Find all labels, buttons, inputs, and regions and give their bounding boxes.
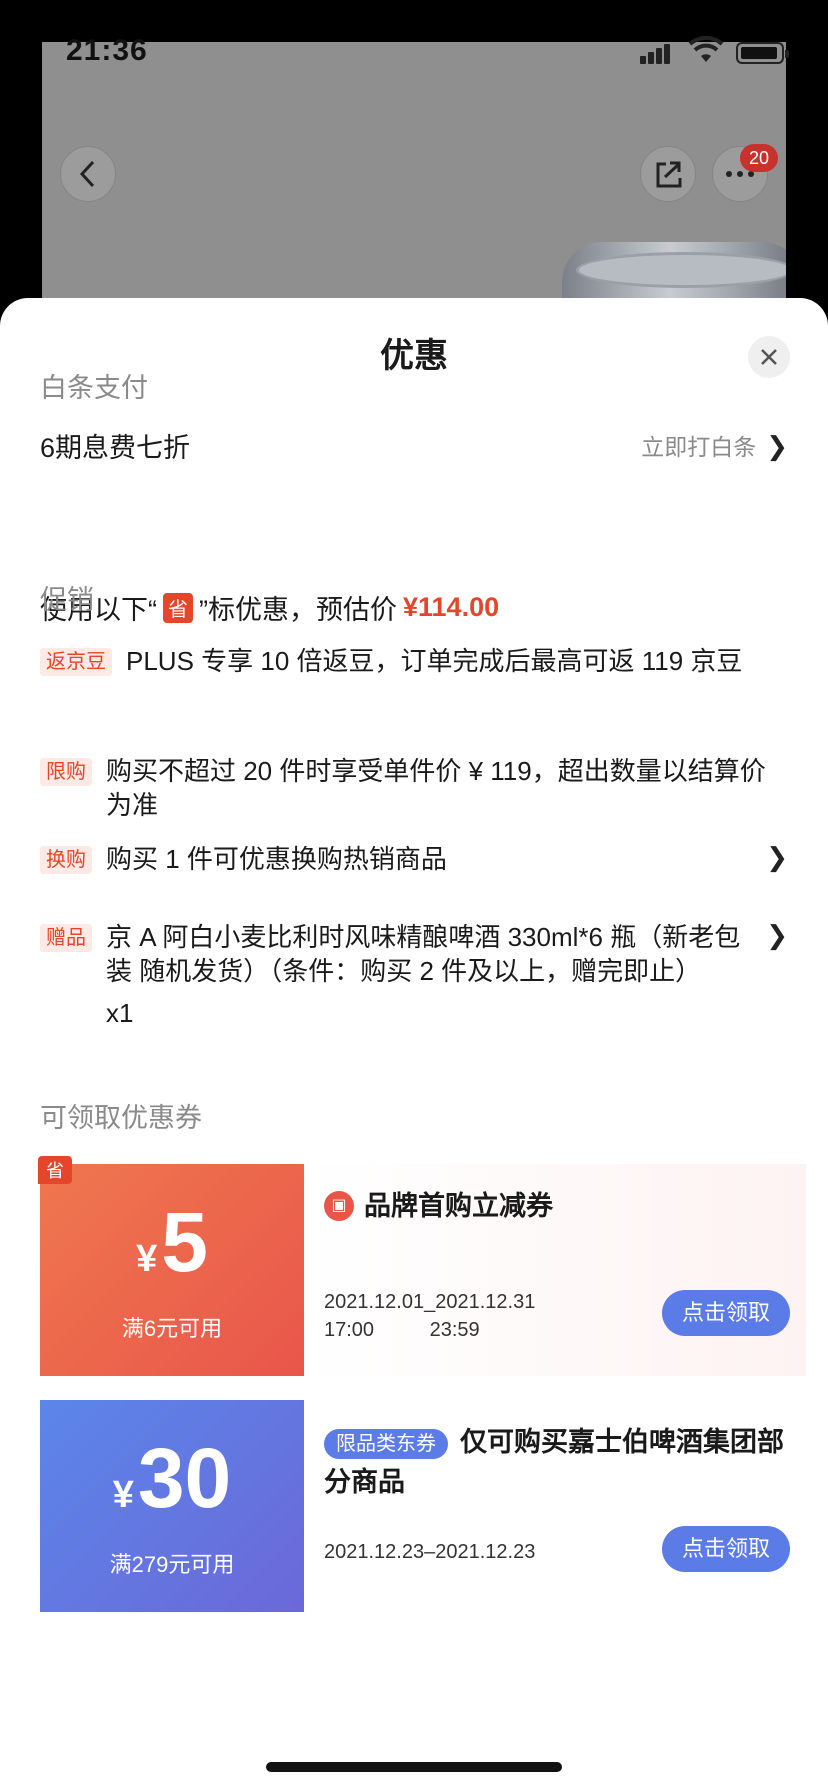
coupon-amount-line: ¥5 <box>136 1198 208 1303</box>
chevron-right-icon: ❯ <box>766 920 788 950</box>
sheng-corner-badge: 省 <box>38 1156 72 1184</box>
coupons-section-label: 可领取优惠券 <box>40 1103 202 1133</box>
coupon-condition: 满279元可用 <box>109 1551 235 1577</box>
promo-item-gift[interactable]: 赠品 京 A 阿白小麦比利时风味精酿啤酒 330ml*6 瓶（新老包装 随机发货… <box>40 920 788 1030</box>
estimate-line: 使用以下“ 省 ”标优惠，预估价 ¥114.00 <box>40 588 499 627</box>
close-icon <box>761 349 777 365</box>
coupon-date-range: 2021.12.01_2021.12.31 <box>324 1291 536 1313</box>
claim-coupon-button[interactable]: 点击领取 <box>661 1290 790 1336</box>
status-time: 21:36 <box>66 34 148 67</box>
promo-tag: 限购 <box>40 758 92 786</box>
home-indicator <box>266 1762 562 1772</box>
coupon-value-panel: ¥30 满279元可用 <box>34 1400 304 1612</box>
coupon-value-panel: 省 ¥5 满6元可用 <box>34 1156 304 1376</box>
watermark-logo: 值 值 值 <box>663 1711 816 1755</box>
coupon-currency: ¥ <box>112 1473 134 1516</box>
estimate-suffix: ”标优惠，预估价 <box>199 595 397 625</box>
battery-icon <box>736 42 789 64</box>
coupon-condition: 满6元可用 <box>121 1315 223 1341</box>
coupon-time-range: 17:00 23:59 <box>324 1319 480 1341</box>
promo-text: 购买 1 件可优惠换购热销商品 <box>106 844 447 874</box>
promo-tag: 返京豆 <box>40 648 112 676</box>
sheng-icon: 省 <box>163 592 193 623</box>
coupon-info-panel: 限品类东券 仅可购买嘉士伯啤酒集团部分商品 2021.12.23–2021.12.… <box>304 1400 806 1612</box>
promotions-section-label: 促销 <box>40 585 94 615</box>
promo-tag: 换购 <box>40 846 92 874</box>
notification-badge: 20 <box>740 144 778 172</box>
coupon-title-row: ▣ 品牌首购立减券 <box>324 1186 786 1226</box>
promo-text: 京 A 阿白小麦比利时风味精酿啤酒 330ml*6 瓶（新老包装 随机发货）（条… <box>106 922 741 986</box>
coupon-title: 品牌首购立减券 <box>364 1191 553 1221</box>
chevron-left-icon <box>79 160 95 188</box>
coupon-info-panel: ▣ 品牌首购立减券 2021.12.01_2021.12.31 17:00 23… <box>304 1164 806 1376</box>
coupon-card: 省 ¥5 满6元可用 ▣ 品牌首购立减券 2021.12.01_2021.12.… <box>34 1156 806 1376</box>
baitiao-section-label: 白条支付 <box>40 373 148 403</box>
screen: 21:36 20 优惠 白条支付 6期息费七折 立即打白条 ❯ 使用以下“ 省 … <box>0 0 828 1792</box>
coupon-amount: 30 <box>137 1430 232 1525</box>
baitiao-action-label: 立即打白条 <box>641 434 757 460</box>
promo-item: 限购 购买不超过 20 件时享受单件价 ¥ 119，超出数量以结算价为准 <box>40 754 788 822</box>
promo-gift-body: 京 A 阿白小麦比利时风味精酿啤酒 330ml*6 瓶（新老包装 随机发货）（条… <box>106 920 758 1030</box>
coupon-date-range: 2021.12.23–2021.12.23 <box>324 1541 536 1563</box>
coupon-validity: 2021.12.23–2021.12.23 <box>324 1538 535 1566</box>
chevron-right-icon: ❯ <box>766 842 788 872</box>
promo-item-exchange[interactable]: 换购 购买 1 件可优惠换购热销商品 ❯ <box>40 842 788 876</box>
back-button[interactable] <box>60 146 116 202</box>
close-button[interactable] <box>748 336 790 378</box>
share-button[interactable] <box>640 146 696 202</box>
promo-text: PLUS 专享 10 倍返豆，订单完成后最高可返 119 京豆 <box>126 646 743 676</box>
status-bar: 21:36 <box>0 0 828 100</box>
watermark-url: zhizhizhi.com <box>709 1754 818 1774</box>
discount-sheet: 优惠 白条支付 6期息费七折 立即打白条 ❯ 使用以下“ 省 ”标优惠，预估价 ¥… <box>0 298 828 1792</box>
promo-item: 返京豆 PLUS 专享 10 倍返豆，订单完成后最高可返 119 京豆 <box>40 644 788 678</box>
gift-icon: ▣ <box>324 1191 354 1221</box>
coupon-validity: 2021.12.01_2021.12.31 17:00 23:59 <box>324 1288 535 1344</box>
category-tag: 限品类东券 <box>324 1428 448 1459</box>
coupon-amount: 5 <box>161 1194 208 1289</box>
baitiao-action[interactable]: 立即打白条 ❯ <box>641 428 788 462</box>
wifi-icon <box>688 36 724 62</box>
coupon-amount-line: ¥30 <box>113 1434 232 1539</box>
promo-tag: 赠品 <box>40 924 92 952</box>
estimate-price: ¥114.00 <box>403 592 500 622</box>
promo-gift-qty: x1 <box>106 998 134 1028</box>
coupon-title-row: 限品类东券 仅可购买嘉士伯啤酒集团部分商品 <box>324 1422 786 1502</box>
coupon-currency: ¥ <box>136 1237 158 1280</box>
promo-text: 购买不超过 20 件时享受单件价 ¥ 119，超出数量以结算价为准 <box>106 756 766 820</box>
chevron-right-icon: ❯ <box>766 431 788 461</box>
claim-coupon-button[interactable]: 点击领取 <box>661 1526 790 1572</box>
coupon-card: ¥30 满279元可用 限品类东券 仅可购买嘉士伯啤酒集团部分商品 2021.12… <box>34 1400 806 1612</box>
share-icon <box>656 161 682 188</box>
signal-icon <box>640 42 672 64</box>
